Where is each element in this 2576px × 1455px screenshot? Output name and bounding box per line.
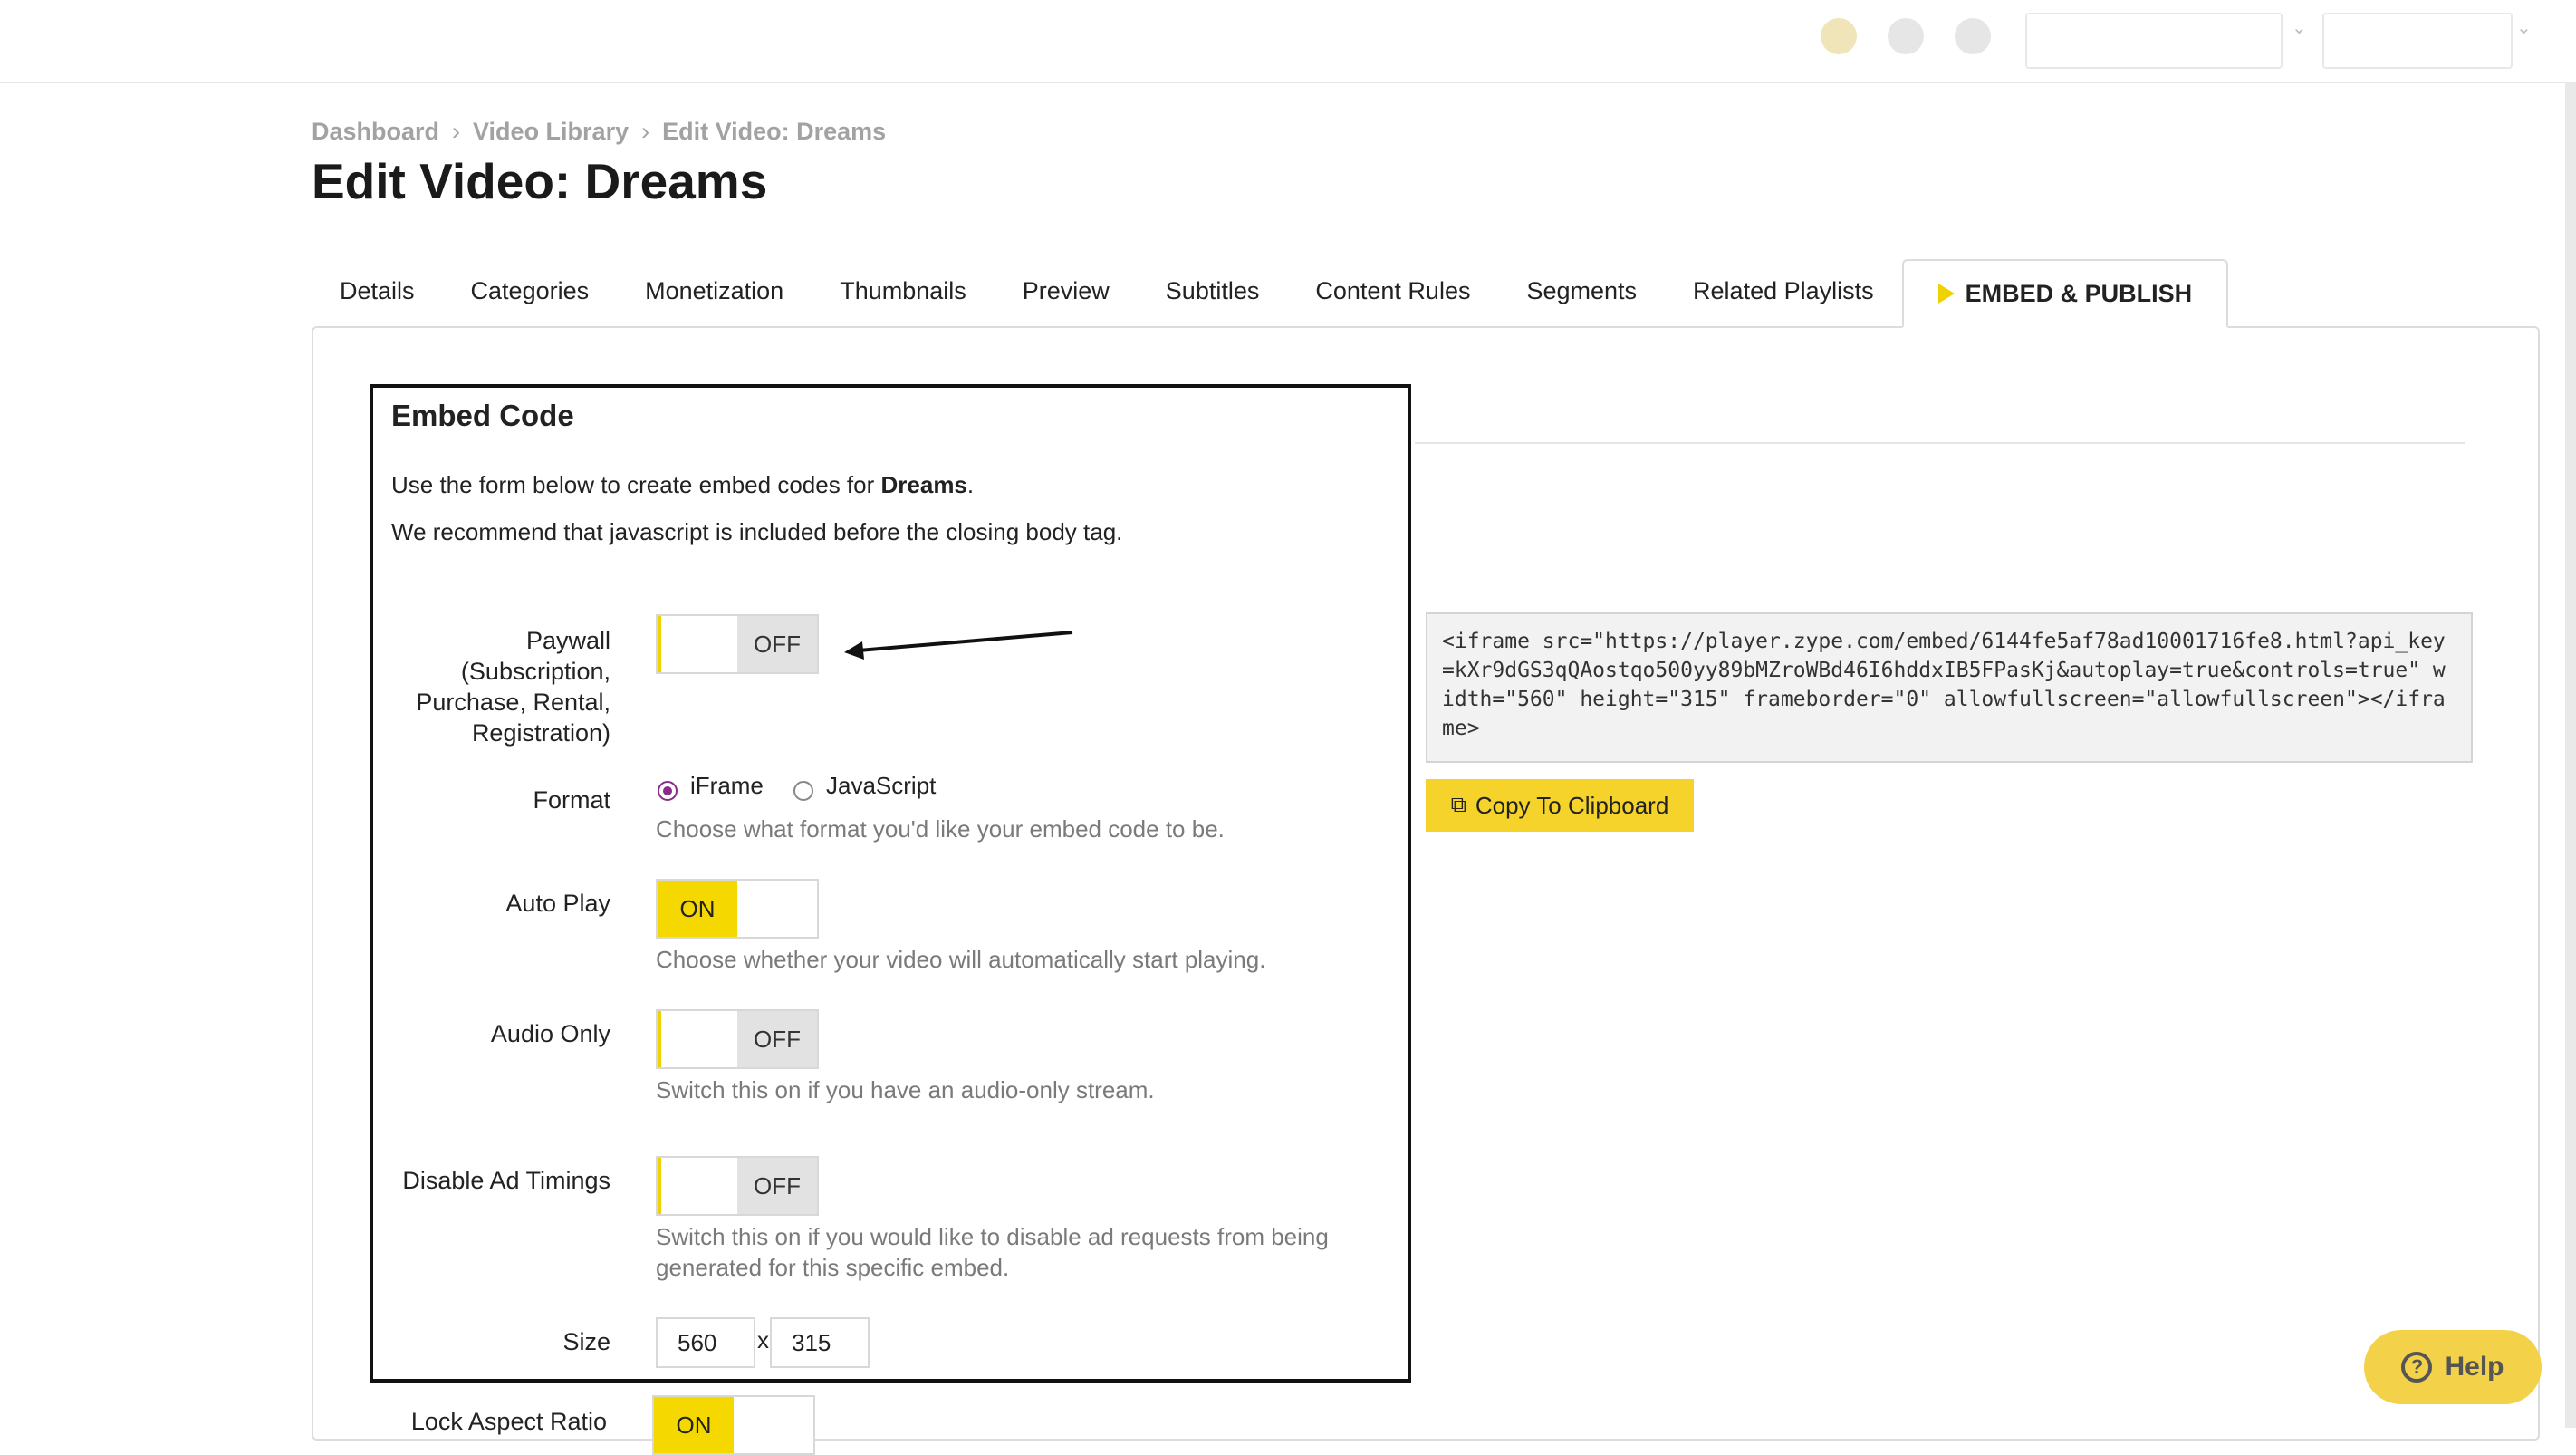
flag-icon[interactable] xyxy=(1955,18,1991,54)
breadcrumb-separator: › xyxy=(452,118,461,145)
tab-embed-publish-label: EMBED & PUBLISH xyxy=(1965,279,2193,307)
format-javascript-radio[interactable] xyxy=(793,781,813,801)
tab-content-rules[interactable]: Content Rules xyxy=(1287,259,1498,328)
embed-code-section: Embed Code Use the form below to create … xyxy=(370,384,1411,1383)
paywall-toggle[interactable]: OFF xyxy=(656,614,819,674)
section-title: Embed Code xyxy=(391,399,574,432)
size-label: Size xyxy=(562,1328,610,1355)
toggle-state: ON xyxy=(654,1397,734,1453)
intro-video-name: Dreams xyxy=(880,471,967,498)
chevron-down-icon[interactable]: ⌄ xyxy=(2516,16,2532,39)
breadcrumb: Dashboard › Video Library › Edit Video: Drea… xyxy=(312,118,886,146)
settings-icon[interactable] xyxy=(1888,18,1924,54)
top-bar: ⌄ ⌄ xyxy=(0,0,2576,83)
play-icon xyxy=(1937,284,1955,304)
lock-aspect-label: Lock Aspect Ratio xyxy=(410,1408,607,1435)
copy-to-clipboard-button[interactable]: ⧉ Copy To Clipboard xyxy=(1426,779,1694,832)
disable-ad-timings-label: Disable Ad Timings xyxy=(402,1167,610,1194)
copy-button-label: Copy To Clipboard xyxy=(1475,791,1669,819)
toggle-off-side xyxy=(737,881,817,937)
chevron-down-icon[interactable]: ⌄ xyxy=(2292,16,2307,39)
toggle-state: ON xyxy=(658,881,737,937)
autoplay-help: Choose whether your video will automatic… xyxy=(656,946,1266,973)
intro-prefix: Use the form below to create embed codes… xyxy=(391,471,881,498)
paywall-label-line: Registration) xyxy=(471,719,610,747)
paywall-label-line: Paywall xyxy=(525,627,610,654)
help-label: Help xyxy=(2445,1352,2504,1382)
help-line: Switch this on if you would like to disa… xyxy=(656,1223,1329,1250)
divider xyxy=(1415,442,2465,444)
autoplay-label: Auto Play xyxy=(505,890,610,917)
tab-preview[interactable]: Preview xyxy=(995,259,1138,328)
autoplay-toggle[interactable]: ON xyxy=(656,879,819,939)
main-content: ⌄ ⌄ Dashboard › Video Library › Edit Video: … xyxy=(0,0,2576,1455)
toggle-on-side xyxy=(658,1158,737,1214)
scrollbar[interactable] xyxy=(2565,83,2576,1428)
question-icon: ? xyxy=(2401,1352,2433,1383)
toggle-state: OFF xyxy=(737,616,817,672)
breadcrumb-dashboard[interactable]: Dashboard xyxy=(312,118,439,145)
account-select[interactable] xyxy=(2025,13,2283,69)
format-help: Choose what format you'd like your embed… xyxy=(656,815,1225,843)
format-javascript-label[interactable]: JavaScript xyxy=(826,772,936,800)
toggle-state: OFF xyxy=(737,1011,817,1067)
tab-categories[interactable]: Categories xyxy=(443,259,618,328)
paywall-label-line: (Subscription, xyxy=(460,658,610,685)
tab-bar: Details Categories Monetization Thumbnai… xyxy=(312,259,2229,328)
breadcrumb-current: Edit Video: Dreams xyxy=(662,118,887,145)
format-iframe-label[interactable]: iFrame xyxy=(690,772,764,800)
toggle-on-side xyxy=(658,1011,737,1067)
disable-ad-timings-toggle[interactable]: OFF xyxy=(656,1156,819,1216)
intro-text: Use the form below to create embed codes… xyxy=(391,471,974,499)
breadcrumb-video-library[interactable]: Video Library xyxy=(473,118,629,145)
toggle-off-side xyxy=(734,1397,813,1453)
disable-ad-timings-help: Switch this on if you would like to disa… xyxy=(656,1221,1329,1283)
tab-subtitles[interactable]: Subtitles xyxy=(1138,259,1288,328)
tab-details[interactable]: Details xyxy=(312,259,443,328)
lock-aspect-toggle[interactable]: ON xyxy=(652,1395,815,1455)
tab-related-playlists[interactable]: Related Playlists xyxy=(1665,259,1902,328)
audio-only-help: Switch this on if you have an audio-only… xyxy=(656,1076,1155,1103)
embed-code-output[interactable]: <iframe src="https://player.zype.com/emb… xyxy=(1426,612,2473,763)
help-button[interactable]: ? Help xyxy=(2364,1330,2542,1404)
user-select[interactable] xyxy=(2322,13,2513,69)
format-iframe-radio[interactable] xyxy=(658,781,678,801)
size-width-input[interactable]: 560 xyxy=(656,1317,755,1368)
toggle-on-side xyxy=(658,616,737,672)
recommend-text: We recommend that javascript is included… xyxy=(391,518,1123,545)
audio-only-toggle[interactable]: OFF xyxy=(656,1009,819,1069)
stack-icon[interactable] xyxy=(1821,18,1857,54)
audio-only-label: Audio Only xyxy=(490,1020,610,1047)
toggle-state: OFF xyxy=(737,1158,817,1214)
size-height-input[interactable]: 315 xyxy=(770,1317,870,1368)
arrow-icon xyxy=(844,631,1073,660)
paywall-label-line: Purchase, Rental, xyxy=(416,689,610,716)
page-title: Edit Video: Dreams xyxy=(312,153,768,209)
tab-segments[interactable]: Segments xyxy=(1498,259,1665,328)
format-label: Format xyxy=(533,786,610,814)
size-separator: x xyxy=(757,1326,769,1354)
paywall-label: Paywall (Subscription, Purchase, Rental,… xyxy=(382,625,610,748)
breadcrumb-separator: › xyxy=(641,118,650,145)
help-line: generated for this specific embed. xyxy=(656,1254,1010,1281)
tab-monetization[interactable]: Monetization xyxy=(617,259,812,328)
clipboard-icon: ⧉ xyxy=(1450,793,1466,817)
tab-thumbnails[interactable]: Thumbnails xyxy=(812,259,995,328)
intro-suffix: . xyxy=(966,471,975,498)
tab-embed-publish[interactable]: EMBED & PUBLISH xyxy=(1901,259,2229,328)
